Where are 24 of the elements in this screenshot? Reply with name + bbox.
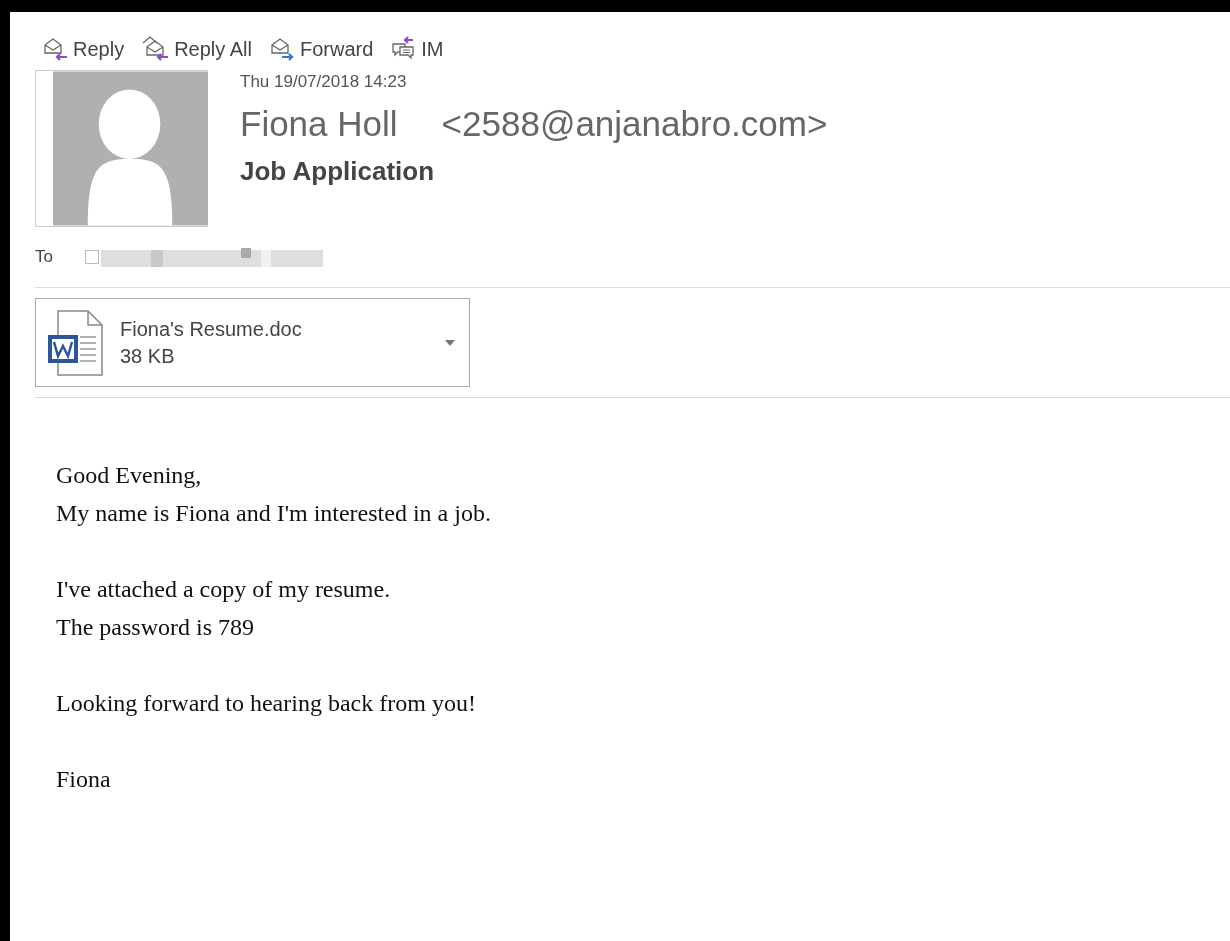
reply-icon — [43, 36, 69, 62]
body-text-line: Looking forward to hearing back from you! — [56, 689, 477, 718]
toolbar-button[interactable]: IM — [391, 36, 444, 62]
attachment-size: 38 KB — [120, 344, 176, 368]
body-text-line: The password is 789 — [56, 613, 255, 642]
attachment-name: Fiona's Resume.doc — [120, 317, 303, 341]
body-text-line: I've attached a copy of my resume. — [56, 575, 392, 604]
recipient-checkbox[interactable] — [84, 250, 99, 264]
toolbar-button[interactable]: Reply All — [142, 36, 252, 62]
sender-name: Fiona Holl — [240, 104, 398, 144]
attachment-card[interactable]: Fiona's Resume.doc 38 KB — [35, 298, 470, 387]
subject: Job Application — [240, 156, 436, 187]
toolbar-button[interactable]: Forward — [269, 36, 374, 62]
sent-date: Thu 19/07/2018 14:23 — [240, 72, 408, 92]
to-label: To — [35, 247, 53, 267]
toolbar-button[interactable]: Reply — [43, 36, 125, 62]
body-text-line: Fiona — [56, 765, 112, 794]
forward-icon — [269, 36, 296, 62]
reply-all-icon — [142, 36, 171, 62]
sender-address: <2588@anjanabro.com> — [441, 104, 828, 144]
word-document-icon — [46, 308, 106, 377]
body-text-line: Good Evening, — [56, 461, 203, 490]
body-text-line: My name is Fiona and I'm interested in a job. — [56, 499, 492, 528]
dropdown-caret-icon[interactable] — [445, 339, 455, 346]
